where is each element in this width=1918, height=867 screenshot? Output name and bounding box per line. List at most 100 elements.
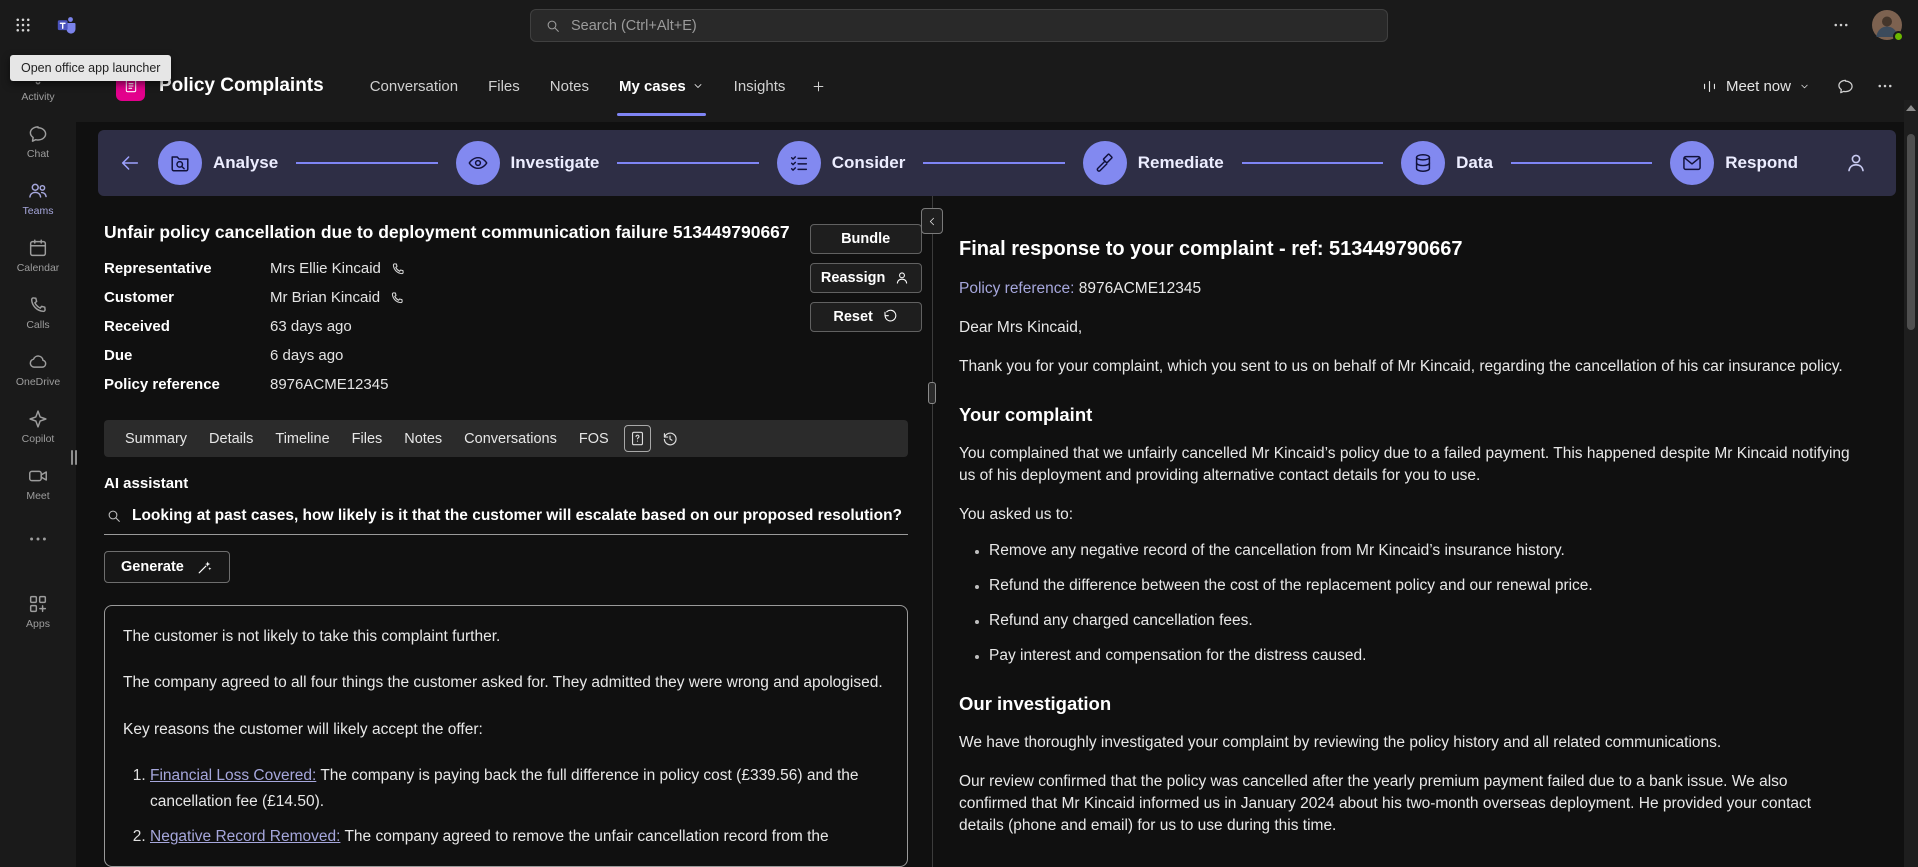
stage-investigate[interactable]: Investigate (455, 141, 599, 185)
ellipsis-icon (1834, 23, 1848, 27)
case-tab-notes[interactable]: Notes (395, 420, 451, 457)
back-button[interactable] (112, 145, 148, 181)
scrollbar-thumb[interactable] (1907, 134, 1915, 330)
case-title: Unfair policy cancellation due to deploy… (104, 222, 790, 242)
ai-query-input[interactable] (132, 507, 906, 525)
search-input[interactable] (571, 17, 1373, 34)
tab-my-cases[interactable]: My cases (607, 50, 716, 122)
stage-pipeline: Analyse Investigate Consider Remediate D… (98, 130, 1896, 196)
stage-connector (1241, 162, 1384, 164)
sidebar-item-apps[interactable]: Apps (0, 583, 76, 640)
chat-icon (29, 126, 47, 142)
case-tab-timeline[interactable]: Timeline (266, 420, 338, 457)
ai-result-paragraph: Key reasons the customer will likely acc… (123, 720, 483, 738)
collapse-panel-button[interactable] (921, 208, 943, 234)
stage-respond[interactable]: Respond (1670, 141, 1798, 185)
letter-salutation: Dear Mrs Kincaid, (959, 319, 1083, 336)
chevron-down-icon (694, 84, 702, 88)
case-actions: Bundle Reassign Reset (809, 208, 922, 404)
header-more-button[interactable] (1870, 71, 1900, 101)
stage-connector (296, 162, 438, 164)
sidebar-item-copilot[interactable]: Copilot (0, 398, 76, 455)
assignee-person-button[interactable] (1844, 151, 1868, 175)
ellipsis-icon (1878, 84, 1892, 88)
tab-notes[interactable]: Notes (538, 50, 601, 122)
phone-icon (30, 297, 46, 313)
field-due: Due 6 days ago (104, 347, 344, 364)
sidebar-item-chat[interactable]: Chat (0, 113, 76, 170)
folder-search-icon (158, 141, 202, 185)
video-camera-icon (29, 470, 47, 482)
vertical-scrollbar[interactable] (1904, 100, 1918, 867)
stages-track: Analyse Investigate Consider Remediate D… (158, 141, 1798, 185)
case-help-toggle[interactable] (623, 425, 651, 452)
field-policy-reference: Policy reference 8976ACME12345 (104, 376, 389, 393)
letter-intro: Thank you for your complaint, which you … (959, 358, 1843, 375)
content-panels: Unfair policy cancellation due to deploy… (76, 196, 1918, 867)
investigation-heading: Our investigation (959, 693, 1112, 714)
stage-connector (923, 162, 1065, 164)
call-customer-button[interactable] (389, 290, 405, 306)
case-tab-summary[interactable]: Summary (116, 420, 196, 457)
app-tabs: Conversation Files Notes My cases Insigh… (358, 50, 834, 122)
letter-heading: Final response to your complaint - ref: … (959, 238, 1463, 260)
teams-logo-icon[interactable] (46, 13, 88, 37)
stage-remediate[interactable]: Remediate (1082, 141, 1224, 185)
app-rail: Activity Chat Teams Calendar Calls OneDr… (0, 50, 76, 867)
result-link-negative-record[interactable]: Negative Record Removed: (150, 828, 340, 845)
field-received: Received 63 days ago (104, 318, 352, 335)
stage-consider[interactable]: Consider (776, 141, 905, 185)
reset-button[interactable]: Reset (809, 302, 922, 332)
case-history-button[interactable] (657, 425, 684, 452)
bundle-button[interactable]: Bundle (809, 224, 922, 254)
tab-insights[interactable]: Insights (722, 50, 798, 122)
open-chat-button[interactable] (1830, 71, 1860, 101)
sidebar-item-more[interactable] (0, 512, 76, 569)
meet-now-button[interactable]: Meet now (1691, 72, 1820, 101)
panel-splitter[interactable] (921, 196, 943, 867)
policy-reference-link[interactable]: Policy reference: (959, 280, 1074, 297)
app-launcher-button[interactable] (0, 0, 46, 50)
database-icon (1401, 141, 1446, 185)
case-tab-fos[interactable]: FOS (570, 420, 618, 457)
equalizer-icon (1703, 80, 1715, 92)
add-tab-button[interactable] (803, 71, 833, 101)
global-search[interactable] (530, 9, 1388, 42)
user-avatar[interactable] (1872, 10, 1904, 42)
tab-files[interactable]: Files (476, 50, 532, 122)
sidebar-item-calendar[interactable]: Calendar (0, 227, 76, 284)
investigation-body: Our review confirmed that the policy was… (959, 773, 1812, 834)
page-title: Policy Complaints (159, 75, 324, 96)
case-tab-conversations[interactable]: Conversations (455, 420, 566, 457)
sidebar-item-teams[interactable]: Teams (0, 170, 76, 227)
scroll-up-arrow[interactable] (1904, 105, 1918, 111)
panel-resize-handle[interactable] (71, 450, 77, 465)
sidebar-item-onedrive[interactable]: OneDrive (0, 341, 76, 398)
gavel-icon (1082, 141, 1127, 185)
generate-button[interactable]: Generate (104, 551, 230, 583)
ai-result-box: The customer is not likely to take this … (104, 605, 908, 867)
stage-connector (1510, 162, 1653, 164)
cloud-icon (29, 355, 47, 368)
undo-icon (884, 309, 897, 322)
stage-data[interactable]: Data (1401, 141, 1493, 185)
result-link-financial-loss[interactable]: Financial Loss Covered: (150, 767, 316, 784)
request-item: Refund any charged cancellation fees. (989, 610, 1858, 632)
stage-connector (617, 162, 759, 164)
case-tab-files[interactable]: Files (343, 420, 392, 457)
splitter-grip[interactable] (928, 382, 936, 404)
stage-analyse[interactable]: Analyse (158, 141, 278, 185)
topbar-more-button[interactable] (1826, 10, 1856, 40)
calendar-icon (29, 239, 47, 257)
person-icon (897, 272, 908, 284)
reassign-button[interactable]: Reassign (809, 263, 922, 293)
phone-icon (392, 262, 404, 274)
arrow-left-icon (121, 156, 139, 170)
tab-conversation[interactable]: Conversation (358, 50, 470, 122)
case-tab-details[interactable]: Details (200, 420, 262, 457)
ellipsis-icon (30, 537, 46, 541)
sidebar-item-meet[interactable]: Meet (0, 455, 76, 512)
sidebar-item-calls[interactable]: Calls (0, 284, 76, 341)
policy-reference-row: Policy reference: 8976ACME12345 (959, 280, 1202, 297)
call-representative-button[interactable] (390, 261, 406, 277)
